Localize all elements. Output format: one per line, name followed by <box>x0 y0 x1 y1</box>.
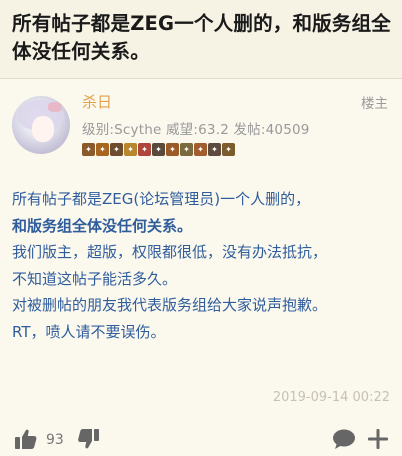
post-body: 所有帖子都是ZEG(论坛管理员)一个人删的， 和版务组全体没任何关系。 我们版主… <box>12 186 394 345</box>
medal-potion-icon: ✦ <box>194 143 207 156</box>
like-count: 93 <box>46 432 64 448</box>
medal-gem-icon: ✦ <box>208 143 221 156</box>
thumbs-down-icon[interactable] <box>78 428 100 450</box>
avatar-face <box>32 116 54 142</box>
avatar-ribbon <box>48 102 62 112</box>
thumbs-up-icon[interactable] <box>14 428 38 450</box>
medal-coin-icon: ✦ <box>124 143 137 156</box>
medal-heart-icon: ✦ <box>138 143 151 156</box>
medal-book-icon: ✦ <box>152 143 165 156</box>
post-line: 所有帖子都是ZEG(论坛管理员)一个人删的， <box>12 190 311 208</box>
medal-sword-icon: ✦ <box>82 143 95 156</box>
medal-crown-icon: ✦ <box>222 143 235 156</box>
post-line-bold: 和版务组全体没任何关系。 <box>12 216 193 235</box>
user-meta: 级别:Scythe 威望:63.2 发帖:40509 <box>82 122 310 138</box>
medal-star-icon: ✦ <box>96 143 109 156</box>
medal-axe-icon: ✦ <box>166 143 179 156</box>
plus-icon[interactable] <box>366 427 390 451</box>
floor-label: 楼主 <box>361 96 388 112</box>
comment-icon[interactable] <box>332 428 356 450</box>
post-line: 对被删帖的朋友我代表版务组给大家说声抱歉。 <box>12 296 328 314</box>
post-line: 我们版主，超版，权限都很低，没有办法抵抗， <box>12 243 328 261</box>
post-line: 不知道这帖子能活多久。 <box>12 269 178 288</box>
medal-bow-icon: ✦ <box>180 143 193 156</box>
medal-row: ✦ ✦ ✦ ✦ ✦ ✦ ✦ ✦ ✦ ✦ ✦ <box>82 143 235 156</box>
medal-shield-icon: ✦ <box>110 143 123 156</box>
username[interactable]: 杀日 <box>82 91 112 112</box>
post-timestamp: 2019-09-14 00:22 <box>272 390 390 405</box>
post-line: RT，喷人请不要误伤。 <box>12 322 166 341</box>
action-bar: 93 <box>0 422 402 456</box>
thread-title: 所有帖子都是ZEG一个人删的，和版务组全体没任何关系。 <box>12 12 391 63</box>
avatar[interactable] <box>12 96 70 154</box>
